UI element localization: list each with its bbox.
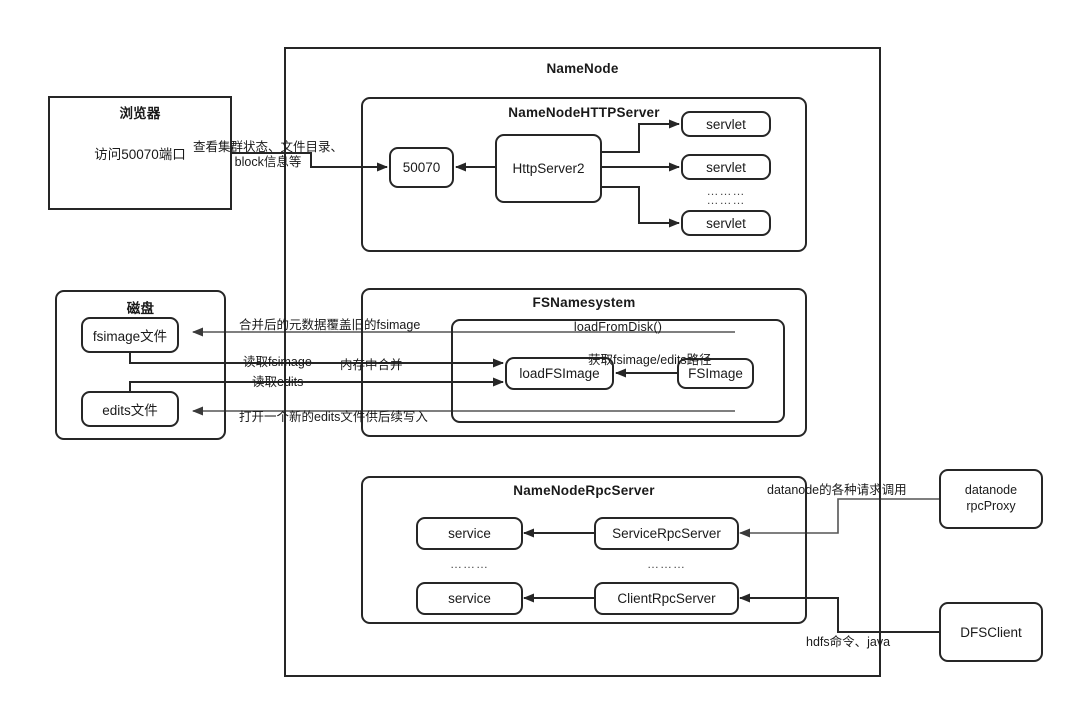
rpc-ellipsis-left: ……… [450, 557, 489, 571]
edge-label-read-edits: 读取edits [252, 375, 304, 389]
datanode-rpc-proxy-label: datanode rpcProxy [939, 482, 1043, 514]
servlet-box-1[interactable] [681, 111, 771, 137]
edge-label-merged-overwrite-fsimage: 合并后的元数据覆盖旧的fsimage [239, 318, 421, 332]
service-rpc-server-box[interactable] [594, 517, 739, 550]
fsnamesystem-title: FSNamesystem [532, 295, 636, 310]
namenode-rpc-server-title: NameNodeRpcServer [513, 483, 655, 498]
dfs-client-box[interactable] [939, 602, 1043, 662]
datanode-rpc-proxy-line2: rpcProxy [966, 499, 1016, 513]
browser-title: 浏览器 [119, 106, 161, 121]
diagram-canvas: NameNode 浏览器 访问50070端口 查看集群状态、文件目录、 bloc… [0, 0, 1073, 708]
servlet-ellipsis: ……… ……… [681, 185, 771, 207]
edge-label-read-fsimage: 读取fsimage [243, 355, 312, 369]
servlet-box-3[interactable] [681, 210, 771, 236]
load-from-disk-title: loadFromDisk() [573, 320, 663, 334]
fsimage-file-box[interactable] [81, 317, 179, 353]
edge-label-datanode-requests: datanode的各种请求调用 [767, 483, 907, 497]
port-50070-box[interactable] [389, 147, 454, 188]
edge-label-line2: block信息等 [234, 155, 302, 169]
edge-label-open-new-edits: 打开一个新的edits文件供后续写入 [239, 410, 428, 424]
rpc-ellipsis-right: ……… [647, 557, 686, 571]
edge-label-merge-in-memory: 内存中合并 [340, 358, 403, 372]
datanode-rpc-proxy-line1: datanode [964, 483, 1018, 497]
servlet-box-2[interactable] [681, 154, 771, 180]
namenode-title: NameNode [546, 61, 619, 76]
service-box-top[interactable] [416, 517, 523, 550]
service-box-bottom[interactable] [416, 582, 523, 615]
disk-title: 磁盘 [126, 301, 155, 316]
edits-file-box[interactable] [81, 391, 179, 427]
edge-label-browser-to-port: 查看集群状态、文件目录、 block信息等 [193, 140, 343, 170]
edge-label-get-fsimage-edits-path: 获取fsimage/edits路径 [588, 353, 712, 367]
servlet-ellipsis-line2: ……… [706, 193, 746, 207]
http-server2-box[interactable] [495, 134, 602, 203]
edge-label-line1: 查看集群状态、文件目录、 [193, 140, 344, 154]
edge-label-hdfs-commands: hdfs命令、java [806, 635, 891, 649]
client-rpc-server-box[interactable] [594, 582, 739, 615]
